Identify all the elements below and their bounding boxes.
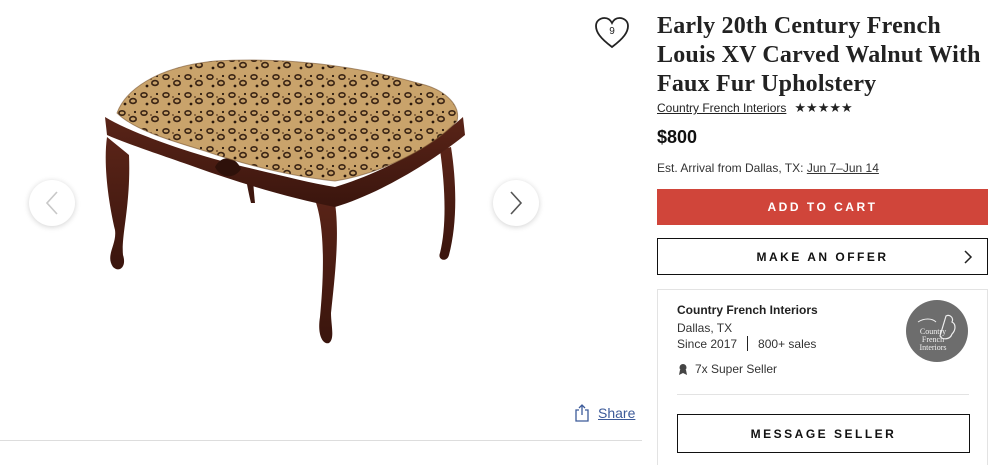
favorite-count: 9 <box>609 26 615 37</box>
estimated-arrival: Est. Arrival from Dallas, TX: Jun 7–Jun … <box>657 161 879 175</box>
seller-logo-image: Country French Interiors <box>917 314 956 352</box>
chevron-right-icon <box>964 250 973 264</box>
seller-stats: Since 2017 800+ sales <box>677 336 816 351</box>
super-seller-label: 7x Super Seller <box>695 362 778 376</box>
favorite-button[interactable]: 9 <box>594 16 630 50</box>
add-to-cart-button[interactable]: ADD TO CART <box>657 189 988 225</box>
make-offer-button[interactable]: MAKE AN OFFER <box>657 238 988 275</box>
seller-location: Dallas, TX <box>677 321 733 335</box>
seller-rating-row: Country French Interiors ★★★★★ <box>657 100 853 116</box>
message-seller-button[interactable]: MESSAGE SELLER <box>677 414 970 453</box>
award-icon <box>679 364 687 375</box>
divider <box>747 336 749 351</box>
product-image[interactable] <box>95 55 475 350</box>
arrival-prefix: Est. Arrival from Dallas, TX: <box>657 161 804 175</box>
share-icon <box>575 404 589 422</box>
seller-name: Country French Interiors <box>677 303 818 317</box>
seller-logo[interactable]: Country French Interiors <box>906 300 968 362</box>
divider <box>0 440 642 441</box>
seller-card: Country French Interiors Dallas, TX Sinc… <box>657 289 988 465</box>
rating-stars: ★★★★★ <box>794 100 853 115</box>
seller-since: Since 2017 <box>677 336 738 351</box>
make-offer-label: MAKE AN OFFER <box>756 249 889 264</box>
seller-link[interactable]: Country French Interiors <box>657 101 786 115</box>
arrival-dates-link[interactable]: Jun 7–Jun 14 <box>807 161 879 175</box>
divider <box>677 394 969 395</box>
product-title: Early 20th Century French Louis XV Carve… <box>657 13 981 97</box>
svg-text:Interiors: Interiors <box>919 343 946 352</box>
chevron-right-icon <box>510 191 523 215</box>
seller-sales: 800+ sales <box>758 336 817 351</box>
share-button[interactable]: Share <box>574 404 635 422</box>
next-image-button[interactable] <box>493 180 539 226</box>
super-seller-badge: 7x Super Seller <box>677 362 777 376</box>
share-label: Share <box>598 405 636 421</box>
image-gallery: 9 Share <box>0 0 642 465</box>
chevron-left-icon <box>45 191 58 215</box>
previous-image-button[interactable] <box>29 180 75 226</box>
price: $800 <box>657 127 698 147</box>
